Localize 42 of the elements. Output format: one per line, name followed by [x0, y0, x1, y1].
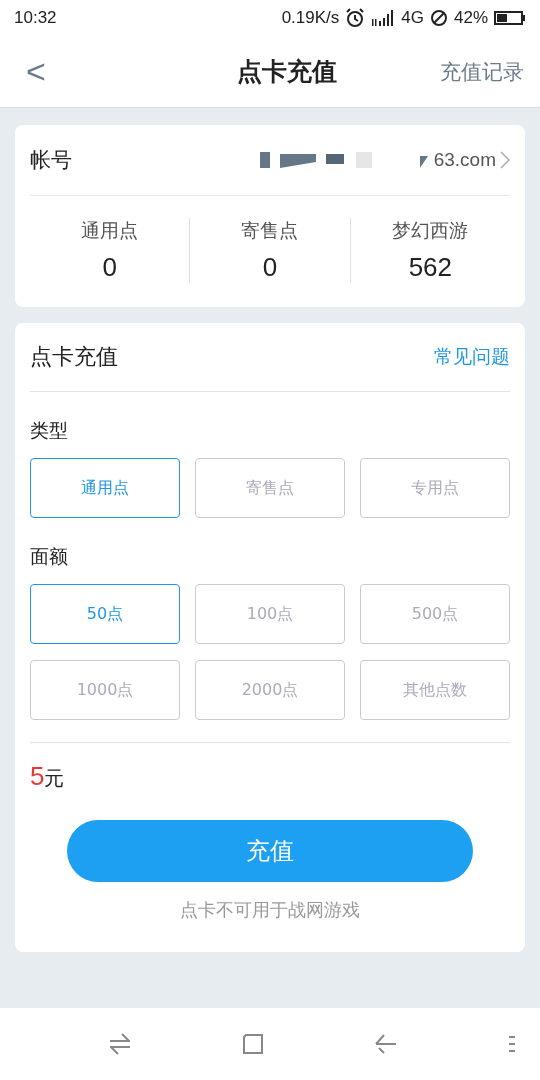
- chevron-right-icon: [500, 151, 510, 169]
- balance-value: 562: [408, 252, 452, 283]
- back-button[interactable]: <: [16, 52, 56, 91]
- amount-option[interactable]: 500点: [360, 584, 510, 644]
- amount-option[interactable]: 其他点数: [360, 660, 510, 720]
- battery-icon: [494, 10, 526, 26]
- amount-option[interactable]: 100点: [195, 584, 345, 644]
- type-option[interactable]: 通用点: [30, 458, 180, 518]
- amount-label: 面额: [30, 544, 69, 569]
- balance-label: 寄售点: [241, 218, 299, 243]
- menu-icon[interactable]: [508, 1034, 516, 1054]
- page-title: 点卡充值: [236, 56, 337, 88]
- faq-link[interactable]: 常见问题: [434, 344, 510, 370]
- home-icon[interactable]: [242, 1033, 264, 1055]
- type-option[interactable]: 专用点: [360, 458, 510, 518]
- amount-option[interactable]: 2000点: [195, 660, 345, 720]
- signal-icon: [371, 9, 396, 27]
- amount-option[interactable]: 1000点: [30, 660, 180, 720]
- recharge-history-link[interactable]: 充值记录: [440, 57, 524, 86]
- account-label: 帐号: [30, 147, 72, 174]
- section-title: 点卡充值: [30, 343, 118, 371]
- balance-label: 通用点: [81, 218, 139, 243]
- notice-text: 点卡不可用于战网游戏: [179, 898, 361, 922]
- account-row[interactable]: 帐号 63.com: [30, 125, 510, 196]
- balance-value: 0: [102, 252, 117, 283]
- do-not-disturb-icon: [429, 9, 448, 27]
- balance-value: 0: [262, 252, 278, 283]
- status-time: 10:32: [14, 8, 57, 28]
- recharge-button[interactable]: 充值: [67, 820, 473, 882]
- price-value: 5: [30, 761, 45, 792]
- back-icon[interactable]: [374, 1033, 398, 1055]
- network-speed: 0.19K/s: [281, 8, 340, 28]
- account-value: 63.com: [433, 149, 496, 171]
- type-label: 类型: [30, 418, 69, 443]
- balance-label: 梦幻西游: [392, 218, 469, 243]
- type-option[interactable]: 寄售点: [195, 458, 345, 518]
- alarm-icon: [345, 8, 366, 28]
- price-unit: 元: [44, 765, 65, 792]
- switch-icon[interactable]: [108, 1033, 132, 1055]
- network-type: 4G: [401, 8, 424, 28]
- amount-option[interactable]: 50点: [30, 584, 180, 644]
- battery-percent: 42%: [453, 8, 488, 28]
